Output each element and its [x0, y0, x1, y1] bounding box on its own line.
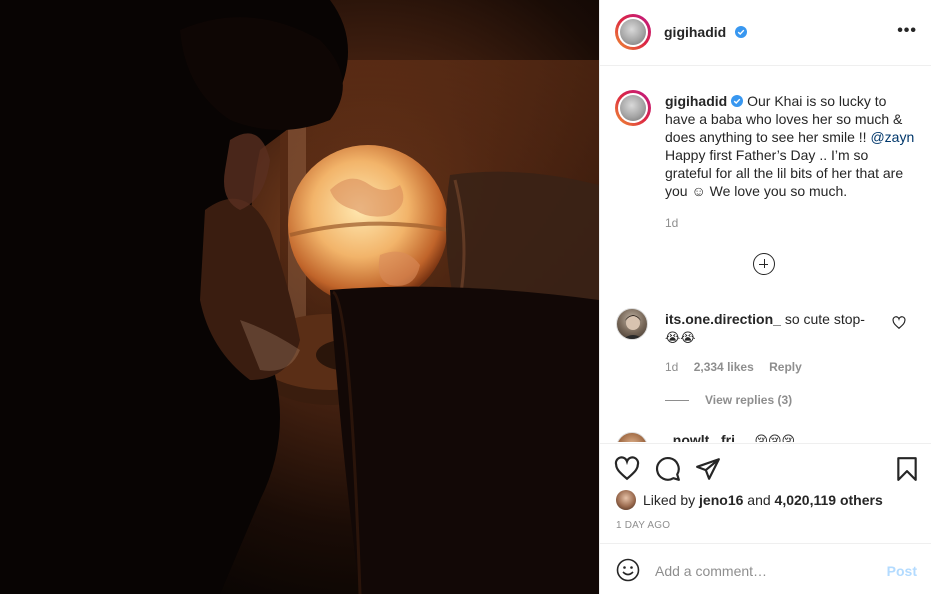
commenter-avatar[interactable]: [616, 308, 648, 340]
action-bar: [600, 443, 931, 481]
globe-photo: [0, 0, 599, 594]
post-sidebar: gigihadid ••• gigihadid Our Khai is so l…: [599, 0, 931, 594]
instagram-post: gigihadid ••• gigihadid Our Khai is so l…: [0, 0, 931, 594]
commenter-avatar[interactable]: [616, 432, 648, 442]
liker-avatar[interactable]: [616, 490, 636, 510]
comment-username[interactable]: _nowlt...fri: [665, 432, 735, 442]
comments-scroll-area[interactable]: gigihadid Our Khai is so lucky to have a…: [600, 66, 931, 442]
caption-avatar[interactable]: [615, 90, 651, 126]
caption-username[interactable]: gigihadid: [665, 93, 727, 109]
emoji-icon[interactable]: [616, 558, 640, 582]
comment-item: its.one.direction_ so cute stop- 😭😭: [665, 310, 885, 348]
author-row: gigihadid: [664, 24, 747, 42]
post-date[interactable]: 1 DAY AGO: [616, 520, 670, 531]
likes-summary: Liked by jeno16 and 4,020,119 others: [616, 490, 883, 510]
comment-time: 1d: [665, 360, 679, 374]
replies-divider: [665, 400, 689, 401]
author-username[interactable]: gigihadid: [664, 24, 726, 40]
comment-emoji: 😢😢😢: [754, 434, 796, 442]
liker-username[interactable]: jeno16: [699, 492, 743, 508]
heart-icon[interactable]: [614, 456, 640, 482]
more-options-icon[interactable]: •••: [897, 22, 917, 40]
author-avatar[interactable]: [615, 14, 651, 50]
view-replies-button[interactable]: View replies (3): [705, 393, 792, 407]
post-comment-button[interactable]: Post: [887, 563, 917, 579]
comment-icon[interactable]: [655, 456, 681, 482]
post-header: gigihadid •••: [600, 0, 931, 66]
comment-reply-button[interactable]: Reply: [769, 360, 802, 374]
comment-likes[interactable]: 2,334 likes: [694, 360, 754, 374]
comment-like-heart-icon[interactable]: [892, 316, 906, 330]
comment-item: _nowlt...fri ... 😢😢😢: [665, 432, 795, 442]
likes-count[interactable]: 4,020,119 others: [775, 492, 883, 508]
comment-emoji: 😭😭: [665, 331, 696, 346]
likes-conjunction: and: [747, 492, 771, 508]
comment-username[interactable]: its.one.direction_: [665, 311, 781, 327]
add-comment-input[interactable]: Add a comment…: [655, 563, 767, 579]
plus-circle-icon[interactable]: [753, 253, 775, 275]
bookmark-icon[interactable]: [894, 456, 920, 482]
comment-meta: 1d 2,334 likes Reply: [665, 360, 802, 374]
verified-badge-icon: [734, 26, 747, 38]
caption-mention-link[interactable]: @zayn: [870, 129, 914, 145]
caption-text-part2: Happy first Father’s Day .. I’m so grate…: [665, 147, 904, 199]
verified-badge-icon: [731, 95, 744, 107]
caption-time: 1d: [665, 216, 679, 230]
comment-text: ...: [738, 432, 751, 442]
likes-prefix: Liked by: [643, 492, 696, 508]
comment-text: so cute stop-: [784, 311, 865, 327]
share-icon[interactable]: [695, 456, 721, 482]
post-photo[interactable]: [0, 0, 599, 594]
add-comment-bar: Add a comment… Post: [600, 543, 931, 595]
post-caption: gigihadid Our Khai is so lucky to have a…: [665, 92, 915, 200]
